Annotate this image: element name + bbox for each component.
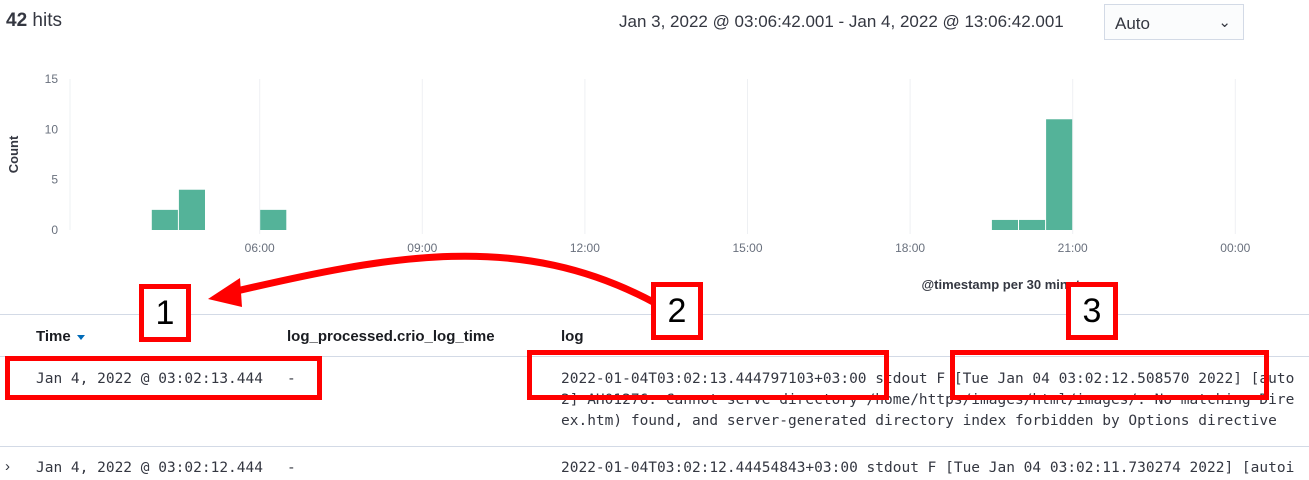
annotation-label-3: 3	[1066, 282, 1118, 340]
annotation-arrow	[208, 252, 657, 307]
annotation-box-log-timestamp	[527, 350, 889, 400]
annotation-box-apache-timestamp	[950, 350, 1269, 400]
annotation-label-2: 2	[651, 282, 703, 340]
annotation-label-1: 1	[139, 284, 191, 342]
annotation-box-time	[5, 356, 322, 400]
